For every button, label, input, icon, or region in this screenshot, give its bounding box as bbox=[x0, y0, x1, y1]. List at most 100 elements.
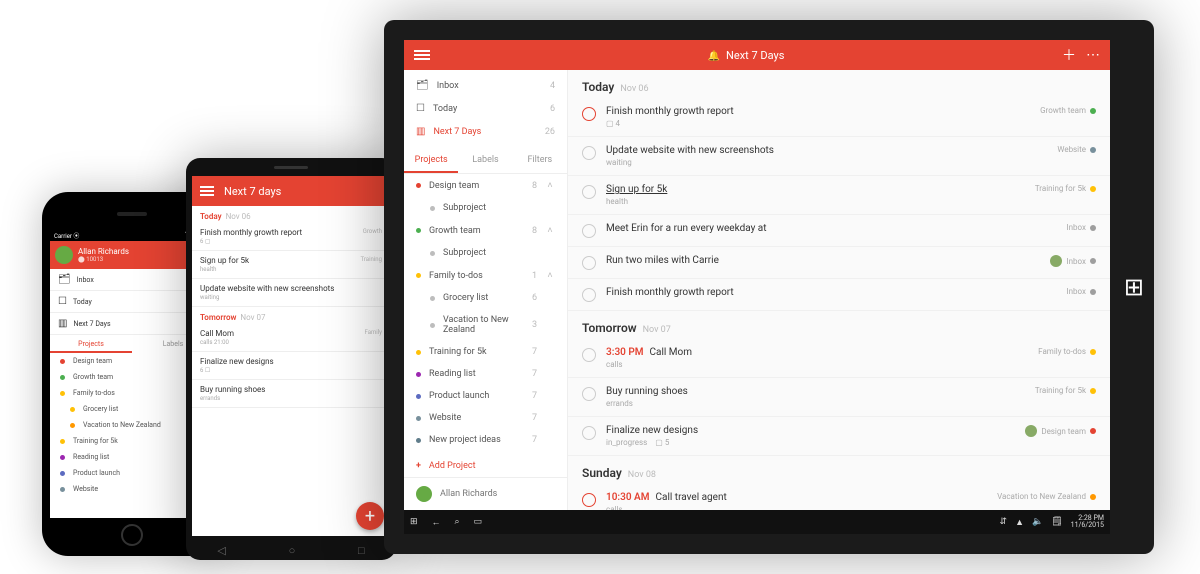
task-checkbox[interactable] bbox=[582, 387, 596, 401]
task-project-tag: Growth bbox=[363, 228, 382, 235]
project-row[interactable]: Growth team8˄ bbox=[404, 219, 567, 242]
iphone-home-button[interactable] bbox=[121, 524, 143, 546]
volume-icon[interactable] bbox=[1032, 517, 1043, 527]
task-row[interactable]: Finish monthly growth report▢ 4Growth te… bbox=[568, 98, 1110, 137]
project-row[interactable]: Website7 bbox=[404, 407, 567, 429]
task-project-name: Design team bbox=[1041, 427, 1086, 436]
task-time: 10:30 AM bbox=[606, 492, 650, 503]
task-row[interactable]: 3:30 PMCall MomcallsFamily to-dos bbox=[568, 339, 1110, 378]
task-row[interactable]: GrowthFinish monthly growth report6 ▢ bbox=[192, 223, 390, 251]
task-checkbox[interactable] bbox=[582, 107, 596, 121]
task-project-tag: Family bbox=[365, 329, 383, 336]
task-row[interactable]: Buy running shoeserrands bbox=[192, 380, 390, 408]
chevron-up-icon[interactable]: ˄ bbox=[545, 270, 555, 281]
nav-count: 26 bbox=[545, 127, 555, 137]
android-home-icon[interactable] bbox=[289, 544, 296, 557]
add-task-fab[interactable]: + bbox=[356, 502, 384, 530]
task-title: Finish monthly growth report bbox=[606, 287, 1056, 298]
project-name: Family to-dos bbox=[429, 271, 515, 281]
project-color-dot bbox=[1090, 388, 1096, 394]
task-checkbox[interactable] bbox=[582, 426, 596, 440]
android-task-list: TodayNov 06GrowthFinish monthly growth r… bbox=[192, 206, 390, 408]
day-label: Sunday bbox=[582, 466, 622, 480]
start-icon[interactable] bbox=[410, 517, 418, 527]
project-color-dot bbox=[430, 323, 435, 328]
chevron-up-icon[interactable]: ˄ bbox=[545, 180, 555, 191]
android-recent-icon[interactable] bbox=[358, 544, 365, 557]
project-color-dot bbox=[60, 439, 65, 444]
chevron-up-icon[interactable]: ˄ bbox=[545, 225, 555, 236]
task-row[interactable]: Finalize new designs6 ☐ bbox=[192, 352, 390, 380]
avatar[interactable] bbox=[55, 246, 73, 264]
task-checkbox[interactable] bbox=[582, 185, 596, 199]
carrier-label: Carrier ⦿ bbox=[54, 231, 79, 240]
windows-hardware-button[interactable]: ⊞ bbox=[1124, 273, 1144, 301]
wifi-icon[interactable] bbox=[1015, 517, 1024, 528]
task-row[interactable]: Run two miles with CarrieInbox bbox=[568, 247, 1110, 279]
tab-filters[interactable]: Filters bbox=[513, 147, 567, 173]
task-row[interactable]: TrainingSign up for 5khealth bbox=[192, 251, 390, 279]
project-name: New project ideas bbox=[429, 435, 515, 445]
inbox-icon bbox=[416, 80, 429, 91]
task-row[interactable]: Buy running shoeserrandsTraining for 5k bbox=[568, 378, 1110, 417]
project-color-dot bbox=[430, 206, 435, 211]
project-row[interactable]: Grocery list6 bbox=[404, 287, 567, 309]
back-icon[interactable] bbox=[432, 517, 441, 528]
sidebar-tabs: Projects Labels Filters bbox=[404, 147, 567, 174]
project-row[interactable]: New project ideas7 bbox=[404, 429, 567, 451]
task-title: Call Mom bbox=[200, 329, 382, 338]
project-row[interactable]: Product launch7 bbox=[404, 385, 567, 407]
action-center-icon[interactable] bbox=[1051, 517, 1062, 527]
task-row[interactable]: Finish monthly growth reportInbox bbox=[568, 279, 1110, 311]
search-icon[interactable] bbox=[455, 517, 460, 527]
project-color-dot bbox=[60, 487, 65, 492]
network-icon[interactable] bbox=[1000, 517, 1008, 527]
sidebar-item-inbox[interactable]: Inbox4 bbox=[404, 74, 567, 97]
task-checkbox[interactable] bbox=[582, 146, 596, 160]
taskbar-clock[interactable]: 2:28 PM 11/6/2015 bbox=[1071, 515, 1104, 529]
task-checkbox[interactable] bbox=[582, 256, 596, 270]
sidebar-project-list: Design team8˄SubprojectGrowth team8˄Subp… bbox=[404, 174, 567, 455]
task-row[interactable]: Update website with new screenshotswaiti… bbox=[568, 137, 1110, 176]
task-row[interactable]: Finalize new designsin_progress▢ 5Design… bbox=[568, 417, 1110, 456]
task-time: 3:30 PM bbox=[606, 347, 644, 358]
project-row[interactable]: Family to-dos1˄ bbox=[404, 264, 567, 287]
task-row[interactable]: Update website with new screenshotswaiti… bbox=[192, 279, 390, 307]
hamburger-icon[interactable] bbox=[414, 48, 430, 62]
project-name: Training for 5k bbox=[73, 437, 118, 445]
task-row[interactable]: 10:30 AMCall travel agentcallsVacation t… bbox=[568, 484, 1110, 510]
project-row[interactable]: Training for 5k7 bbox=[404, 341, 567, 363]
project-row[interactable]: Vacation to New Zealand3 bbox=[404, 309, 567, 341]
task-checkbox[interactable] bbox=[582, 224, 596, 238]
sidebar-footer[interactable]: Allan Richards bbox=[404, 477, 567, 510]
user-block[interactable]: Allan Richards ⬤ 10013 bbox=[78, 247, 129, 263]
sidebar-item-today[interactable]: Today6 bbox=[404, 97, 567, 120]
android-header: Next 7 days bbox=[192, 176, 390, 206]
task-checkbox[interactable] bbox=[582, 288, 596, 302]
tab-labels[interactable]: Labels bbox=[458, 147, 512, 173]
task-project-name: Growth team bbox=[1040, 106, 1086, 115]
more-icon[interactable] bbox=[1086, 47, 1100, 63]
tab-projects[interactable]: Projects bbox=[50, 335, 132, 353]
task-row[interactable]: Meet Erin for a run every weekday atInbo… bbox=[568, 215, 1110, 247]
android-back-icon[interactable] bbox=[217, 544, 225, 557]
sidebar-item-next-7-days[interactable]: Next 7 Days26 bbox=[404, 120, 567, 143]
project-row[interactable]: Reading list7 bbox=[404, 363, 567, 385]
iphone-earpiece bbox=[117, 212, 147, 216]
tab-projects[interactable]: Projects bbox=[404, 147, 458, 173]
project-count: 7 bbox=[523, 413, 537, 423]
hamburger-icon[interactable] bbox=[200, 184, 214, 198]
task-checkbox[interactable] bbox=[582, 348, 596, 362]
task-view-icon[interactable] bbox=[474, 517, 483, 527]
task-checkbox[interactable] bbox=[582, 493, 596, 507]
project-name: Vacation to New Zealand bbox=[83, 421, 161, 429]
add-task-icon[interactable] bbox=[1062, 45, 1076, 65]
task-row[interactable]: Sign up for 5khealthTraining for 5k bbox=[568, 176, 1110, 215]
task-row[interactable]: FamilyCall Momcalls 21:00 bbox=[192, 324, 390, 352]
task-meta: waiting bbox=[200, 294, 382, 301]
project-row[interactable]: Subproject bbox=[404, 242, 567, 264]
project-row[interactable]: Subproject bbox=[404, 197, 567, 219]
add-project-button[interactable]: + Add Project bbox=[404, 455, 567, 477]
project-color-dot bbox=[416, 273, 421, 278]
project-row[interactable]: Design team8˄ bbox=[404, 174, 567, 197]
